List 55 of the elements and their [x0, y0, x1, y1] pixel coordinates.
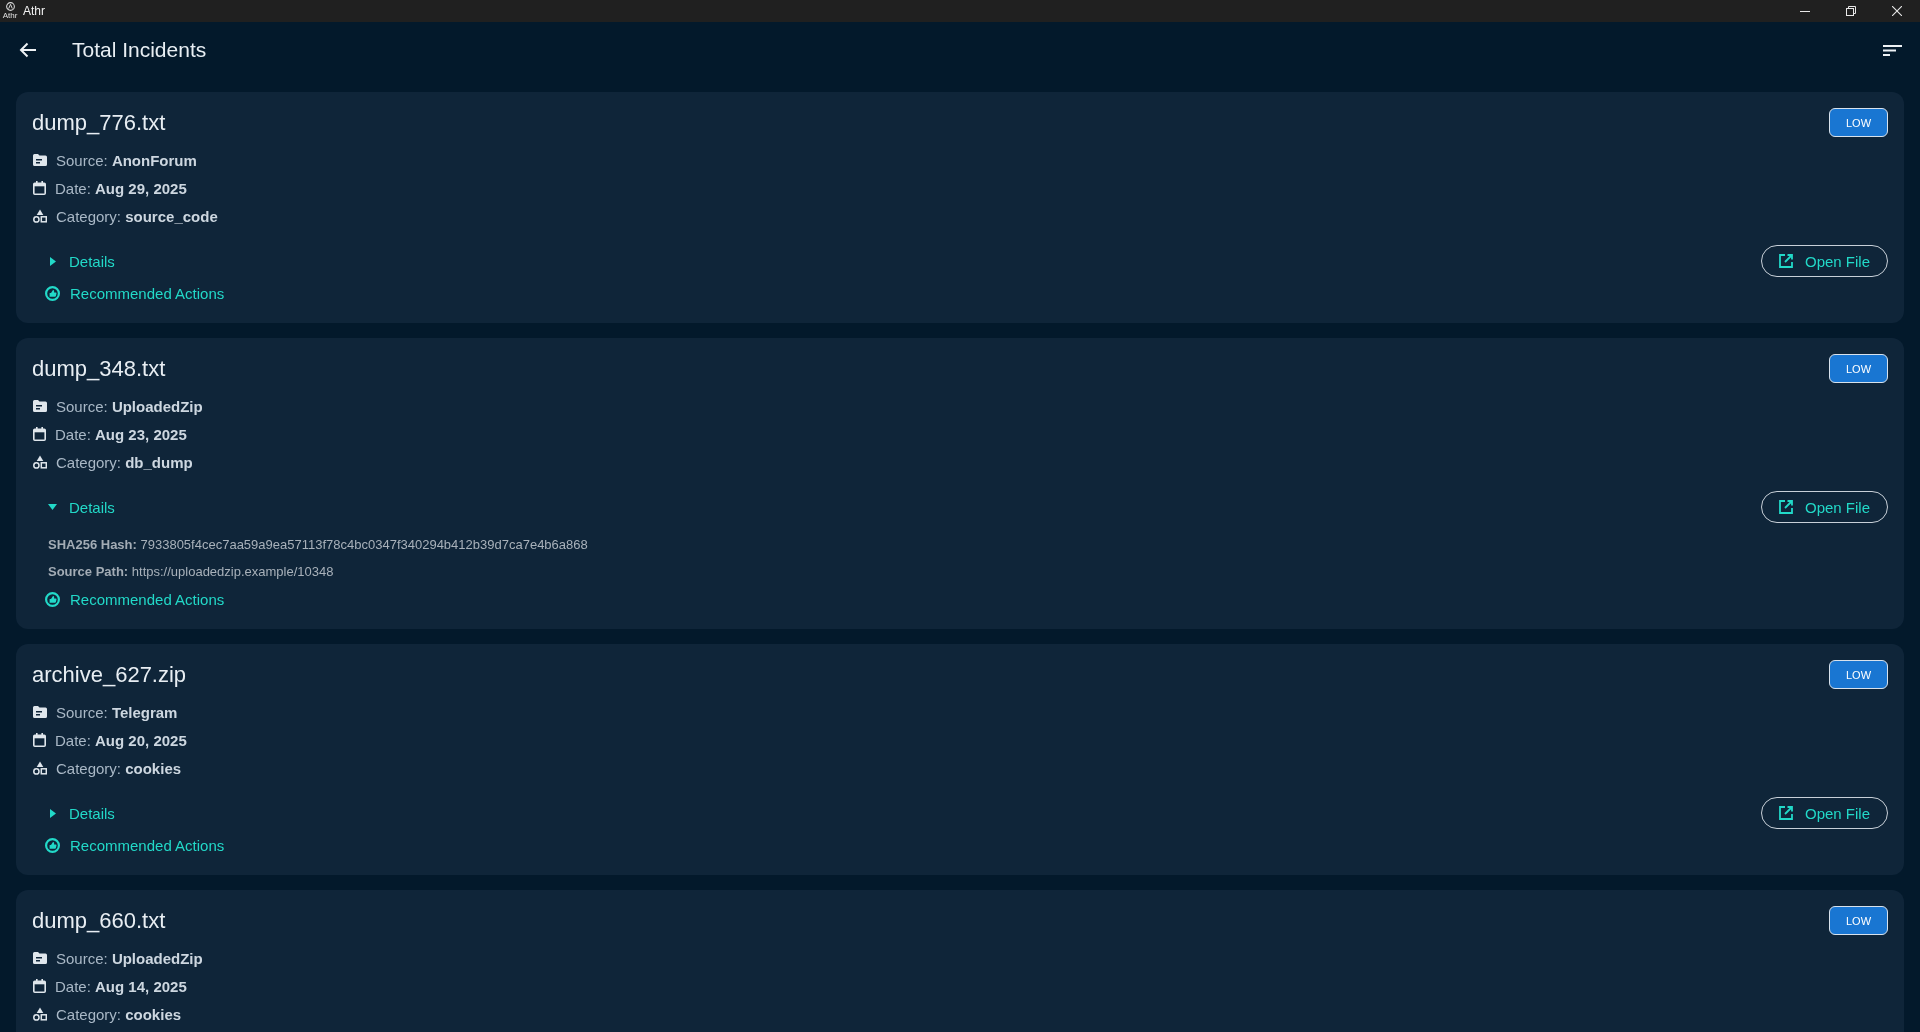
calendar-icon — [33, 979, 46, 993]
restore-icon[interactable] — [1846, 6, 1856, 16]
shapes-icon — [33, 209, 47, 223]
source-text: Source: Telegram — [56, 703, 178, 721]
date-text: Date: Aug 29, 2025 — [55, 179, 187, 197]
recommended-actions-link[interactable]: Recommended Actions — [45, 281, 225, 305]
source-text: Source: AnonForum — [56, 151, 197, 169]
calendar-icon — [33, 733, 46, 747]
severity-badge: LOW — [1829, 354, 1888, 383]
severity-badge: LOW — [1829, 660, 1888, 689]
minimize-icon[interactable] — [1800, 10, 1810, 12]
details-toggle[interactable]: Details — [50, 496, 115, 518]
logo-icon — [5, 2, 15, 11]
category-text: Category: source_code — [56, 207, 218, 225]
external-link-icon — [1778, 500, 1793, 514]
severity-badge: LOW — [1829, 108, 1888, 137]
date-text: Date: Aug 23, 2025 — [55, 425, 187, 443]
thumb-up-icon — [45, 591, 60, 607]
page-title: Total Incidents — [72, 38, 207, 62]
file-name: dump_660.txt — [32, 907, 166, 935]
folder-icon — [33, 952, 47, 964]
detail-line: Source Path: https://uploadedzip.example/10348 — [48, 563, 334, 581]
calendar-icon — [33, 181, 46, 195]
severity-badge: LOW — [1829, 906, 1888, 935]
close-icon[interactable] — [1892, 6, 1902, 16]
shapes-icon — [33, 1007, 47, 1021]
shapes-icon — [33, 761, 47, 775]
details-toggle[interactable]: Details — [50, 802, 115, 824]
details-toggle[interactable]: Details — [50, 250, 115, 272]
folder-icon — [33, 154, 47, 166]
file-name: dump_776.txt — [32, 109, 166, 137]
file-name: archive_627.zip — [32, 661, 187, 689]
folder-icon — [33, 400, 47, 412]
folder-icon — [33, 706, 47, 718]
external-link-icon — [1778, 806, 1793, 820]
date-text: Date: Aug 14, 2025 — [55, 977, 187, 995]
source-text: Source: UploadedZip — [56, 397, 203, 415]
category-text: Category: db_dump — [56, 453, 193, 471]
logo-caption: Athr — [2, 11, 18, 20]
back-arrow-icon[interactable] — [19, 42, 37, 58]
detail-line: SHA256 Hash: 7933805f4cec7aa59a9ea57113f78c4bc0347f340294b412b39d7ca7e4b6a868 — [48, 536, 588, 554]
external-link-icon — [1778, 254, 1793, 268]
calendar-icon — [33, 427, 46, 441]
recommended-actions-link[interactable]: Recommended Actions — [45, 833, 225, 857]
file-name: dump_348.txt — [32, 355, 166, 383]
date-text: Date: Aug 20, 2025 — [55, 731, 187, 749]
shapes-icon — [33, 455, 47, 469]
category-text: Category: cookies — [56, 1005, 182, 1023]
filter-icon[interactable] — [1883, 44, 1902, 56]
category-text: Category: cookies — [56, 759, 182, 777]
window-title: Athr — [23, 4, 45, 18]
thumb-up-icon — [45, 285, 60, 301]
recommended-actions-link[interactable]: Recommended Actions — [45, 587, 225, 611]
thumb-up-icon — [45, 837, 60, 853]
source-text: Source: UploadedZip — [56, 949, 203, 967]
